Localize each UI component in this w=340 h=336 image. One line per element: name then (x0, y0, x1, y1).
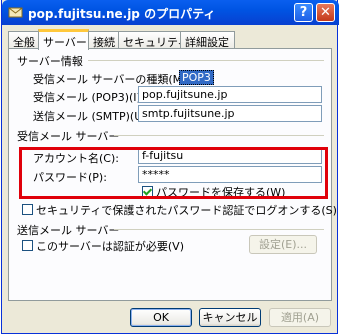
close-icon: ✕ (320, 5, 331, 20)
incoming-server-type-value: POP3 (179, 70, 214, 85)
auth-required-checkbox[interactable] (22, 240, 33, 251)
incoming-pop3-label: 受信メール (POP3)(I): (33, 91, 145, 104)
group-divider (114, 229, 324, 230)
apply-button[interactable]: 適用(A) (269, 308, 331, 327)
tab-general[interactable]: 全般 (8, 31, 39, 49)
group-divider (88, 60, 324, 61)
outgoing-settings-button[interactable]: 設定(E)... (249, 235, 317, 254)
outgoing-smtp-input[interactable]: smtp.fujitsune.jp (138, 105, 322, 122)
window-title: pop.fujitsu.ne.jp のプロパティ (28, 7, 216, 21)
incoming-pop3-input[interactable]: pop.fujitsune.jp (138, 86, 322, 103)
mail-account-icon (8, 7, 23, 18)
auth-required-label[interactable]: このサーバーは認証が必要(V) (36, 238, 184, 254)
title-bar[interactable]: pop.fujitsu.ne.jp のプロパティ ? ✕ (2, 0, 339, 25)
incoming-server-type-label: 受信メール サーバーの種類(M): (33, 73, 191, 86)
properties-dialog: pop.fujitsu.ne.jp のプロパティ ? ✕ 全般 サーバー 接続 … (1, 0, 339, 334)
close-button[interactable]: ✕ (316, 3, 335, 22)
tab-connection[interactable]: 接続 (88, 31, 119, 49)
server-info-group-title: サーバー情報 (17, 55, 83, 68)
group-divider (114, 135, 324, 136)
outgoing-server-group-title: 送信メール サーバー (17, 224, 120, 237)
tab-advanced[interactable]: 詳細設定 (180, 31, 235, 49)
ok-button[interactable]: OK (130, 308, 192, 327)
spa-logon-label[interactable]: セキュリティで保護されたパスワード認証でログオンする(S) (36, 202, 337, 218)
outgoing-smtp-label: 送信メール (SMTP)(U): (33, 110, 151, 123)
tab-security[interactable]: セキュリティ (118, 31, 188, 49)
cancel-button[interactable]: キャンセル (199, 308, 261, 327)
help-button[interactable]: ? (294, 3, 313, 22)
annotation-highlight-box (19, 147, 328, 199)
incoming-server-group-title: 受信メール サーバー (17, 130, 120, 143)
spa-logon-checkbox[interactable] (22, 204, 33, 215)
tab-server[interactable]: サーバー (38, 29, 89, 50)
